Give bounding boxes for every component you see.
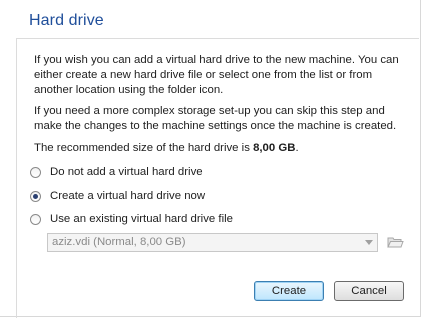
recommended-suffix: . (295, 142, 299, 154)
page-title: Hard drive (29, 12, 104, 29)
cancel-button[interactable]: Cancel (334, 281, 404, 301)
folder-open-icon[interactable] (386, 233, 404, 251)
recommended-prefix: The recommended size of the hard drive i… (34, 142, 254, 154)
option-create-drive-label: Create a virtual hard drive now (50, 190, 206, 202)
radio-existing-drive[interactable] (30, 213, 41, 225)
existing-file-select[interactable]: aziz.vdi (Normal, 8,00 GB) (47, 233, 378, 252)
radio-create-drive[interactable] (30, 190, 41, 202)
option-existing-drive-label: Use an existing virtual hard drive file (50, 213, 233, 225)
radio-no-drive[interactable] (30, 166, 41, 178)
existing-file-value: aziz.vdi (Normal, 8,00 GB) (52, 236, 186, 248)
chevron-down-icon (365, 240, 373, 245)
option-create-drive[interactable]: Create a virtual hard drive now (30, 188, 205, 204)
option-no-drive[interactable]: Do not add a virtual hard drive (30, 164, 203, 180)
option-no-drive-label: Do not add a virtual hard drive (50, 166, 203, 178)
recommended-size-text: The recommended size of the hard drive i… (34, 141, 409, 156)
create-button[interactable]: Create (254, 281, 324, 301)
recommended-size-value: 8,00 GB (253, 142, 296, 154)
intro-text: If you wish you can add a virtual hard d… (34, 54, 399, 96)
complex-setup-text: If you need a more complex storage set-u… (34, 105, 397, 132)
option-existing-drive[interactable]: Use an existing virtual hard drive file (30, 211, 233, 227)
